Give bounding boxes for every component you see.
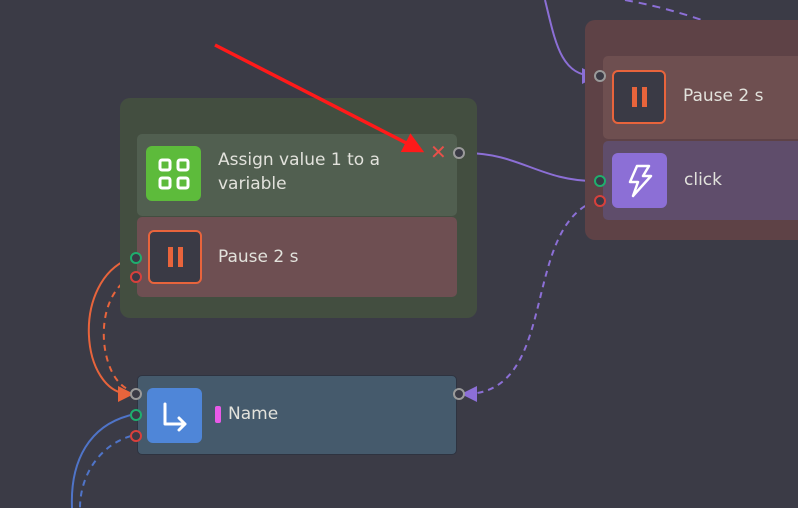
annotation-arrow — [214, 43, 425, 153]
port-pause-fail — [130, 271, 142, 283]
port-name-success — [130, 409, 142, 421]
port-assign-out — [453, 147, 465, 159]
port-click-fail — [594, 195, 606, 207]
port-click-success — [594, 175, 606, 187]
port-pause-success — [130, 252, 142, 264]
port-name-fail — [130, 430, 142, 442]
port-pause-right-in — [594, 70, 606, 82]
port-name-out — [453, 388, 465, 400]
port-name-in — [130, 388, 142, 400]
ports-layer — [130, 43, 606, 442]
